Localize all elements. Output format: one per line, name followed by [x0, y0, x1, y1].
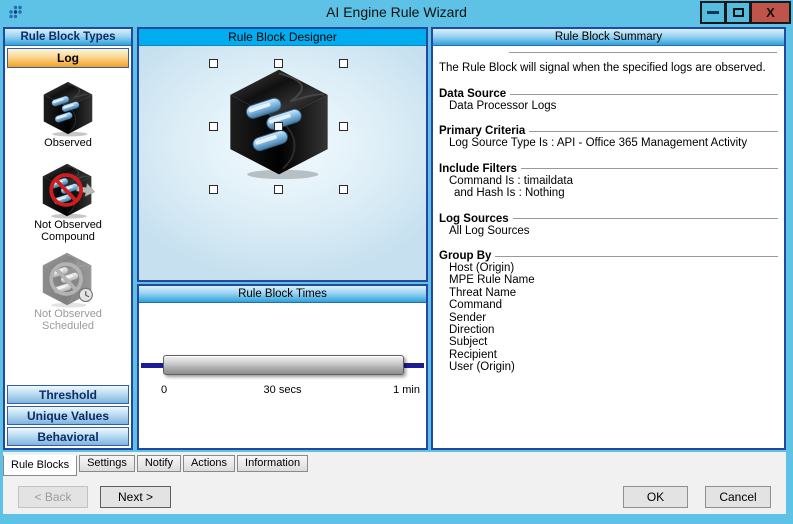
rule-block-summary-panel: Rule Block Summary The Rule Block will s… — [431, 27, 786, 450]
selection-handle[interactable] — [339, 122, 348, 131]
type-item-not-observed-compound[interactable]: Not Observed Compound — [5, 149, 131, 243]
not-observed-scheduled-cube-icon — [42, 252, 93, 308]
section-line: User (Origin) — [449, 361, 515, 374]
type-item-observed[interactable]: Observed — [5, 68, 131, 149]
section-rule — [510, 93, 778, 95]
selection-handle[interactable] — [274, 59, 283, 68]
section-title: Log Sources — [439, 212, 509, 225]
rule-block-designer-panel: Rule Block Designer — [137, 27, 428, 282]
section-line: Command — [449, 299, 503, 312]
observed-cube-icon — [43, 81, 93, 137]
rule-block-times-header: Rule Block Times — [139, 286, 426, 303]
not-observed-cube-icon — [42, 163, 95, 219]
summary-section-primary-criteria: Primary Criteria Log Source Type Is : AP… — [439, 125, 778, 149]
section-line: Subject — [449, 336, 488, 349]
selection-handle[interactable] — [339, 59, 348, 68]
type-label-observed: Observed — [44, 137, 92, 149]
tab-information[interactable]: Information — [237, 455, 309, 472]
tick-label-mid: 30 secs — [263, 384, 302, 396]
minimize-icon — [707, 11, 719, 14]
section-rule — [495, 255, 778, 257]
log-category-button[interactable]: Log — [7, 48, 129, 68]
summary-section-data-source: Data Source Data Processor Logs — [439, 88, 778, 112]
left-panel-spacer — [5, 332, 131, 385]
tick-label-end: 1 min — [393, 384, 420, 396]
tab-notify[interactable]: Notify — [136, 455, 181, 472]
selection-handle[interactable] — [274, 185, 283, 194]
summary-section-group-by: Group By Host (Origin) MPE Rule Name Thr… — [439, 250, 778, 374]
threshold-category-button[interactable]: Threshold — [7, 385, 129, 404]
unique-values-category-button[interactable]: Unique Values — [7, 406, 129, 425]
selection-handle[interactable] — [209, 59, 218, 68]
section-line: Command Is : timaildata — [449, 174, 573, 187]
tab-settings[interactable]: Settings — [79, 455, 135, 472]
maximize-button[interactable] — [725, 1, 751, 24]
wizard-window: AI Engine Rule Wizard X Rule Block Types… — [0, 0, 793, 524]
back-button[interactable]: < Back — [18, 486, 88, 508]
section-line: Log Source Type Is : API - Office 365 Ma… — [449, 137, 748, 150]
tab-strip: Rule Blocks Settings Notify Actions Info… — [3, 455, 310, 476]
section-line: and Hash Is : Nothing — [454, 187, 565, 200]
summary-section-include-filters: Include Filters Command Is : timaildata … — [439, 163, 778, 200]
summary-content: The Rule Block will signal when the spec… — [433, 46, 784, 374]
window-controls: X — [700, 1, 791, 24]
next-button[interactable]: Next > — [100, 486, 171, 508]
rule-block-types-panel: Rule Block Types Log Observed Not Observ… — [3, 27, 133, 450]
section-rule — [529, 130, 778, 132]
maximize-icon — [732, 8, 744, 17]
tab-rule-blocks[interactable]: Rule Blocks — [3, 455, 78, 476]
times-content: 0 30 secs 1 min — [139, 303, 426, 448]
time-slider-bar[interactable] — [163, 355, 404, 375]
selection-handle[interactable] — [209, 185, 218, 194]
section-line: MPE Rule Name — [449, 274, 535, 287]
rule-block-summary-header: Rule Block Summary — [433, 29, 784, 46]
section-line: Sender — [449, 311, 487, 324]
rule-block-designer-header: Rule Block Designer — [139, 29, 426, 46]
selection-handle[interactable] — [274, 122, 283, 131]
section-title: Primary Criteria — [439, 125, 526, 138]
selection-handle[interactable] — [209, 122, 218, 131]
section-line: All Log Sources — [449, 224, 530, 237]
section-line: Threat Name — [449, 286, 517, 299]
rule-block-types-header: Rule Block Types — [5, 29, 131, 46]
behavioral-category-button[interactable]: Behavioral — [7, 427, 129, 446]
bottom-bar: Rule Blocks Settings Notify Actions Info… — [3, 452, 786, 514]
section-rule — [520, 168, 778, 170]
section-line: Data Processor Logs — [449, 100, 557, 112]
section-title: Include Filters — [439, 162, 517, 175]
section-rule — [512, 218, 778, 220]
designer-canvas[interactable] — [139, 46, 426, 280]
summary-section-log-sources: Log Sources All Log Sources — [439, 213, 778, 237]
type-label-not-observed-compound: Not Observed Compound — [34, 219, 102, 243]
section-line: Host (Origin) — [449, 262, 515, 275]
section-line: Recipient — [449, 348, 497, 361]
summary-top-rule — [509, 52, 777, 53]
minimize-button[interactable] — [700, 1, 726, 24]
type-item-not-observed-scheduled[interactable]: Not Observed Scheduled — [5, 243, 131, 332]
section-line: Direction — [449, 324, 495, 337]
summary-intro: The Rule Block will signal when the spec… — [439, 62, 766, 74]
rule-block-times-panel: Rule Block Times 0 30 secs 1 min — [137, 284, 428, 450]
type-label-not-observed-scheduled: Not Observed Scheduled — [34, 308, 102, 332]
section-title: Group By — [439, 250, 492, 263]
cancel-button[interactable]: Cancel — [705, 486, 771, 508]
section-title: Data Source — [439, 88, 507, 100]
tab-actions[interactable]: Actions — [182, 455, 236, 472]
selection-handle[interactable] — [339, 185, 348, 194]
ok-button[interactable]: OK — [623, 486, 688, 508]
close-button[interactable]: X — [750, 1, 791, 24]
window-title: AI Engine Rule Wizard — [326, 4, 467, 20]
title-bar: AI Engine Rule Wizard X — [0, 0, 793, 26]
